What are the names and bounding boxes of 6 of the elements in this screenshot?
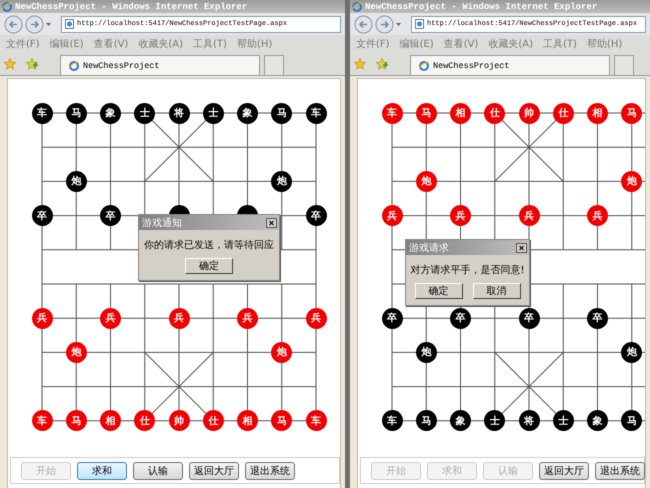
window-title: NewChessProject - Windows Internet Explorer [15,2,248,12]
window-title: NewChessProject - Windows Internet Explorer [365,2,598,12]
dialog-title: 游戏请求 [409,242,449,254]
dialog-message: 对方请求平手，是否同意! [409,264,526,278]
dialog-message: 你的请求已发送，请等待回应 [143,238,275,253]
dialog-title: 游戏通知 [142,216,182,230]
